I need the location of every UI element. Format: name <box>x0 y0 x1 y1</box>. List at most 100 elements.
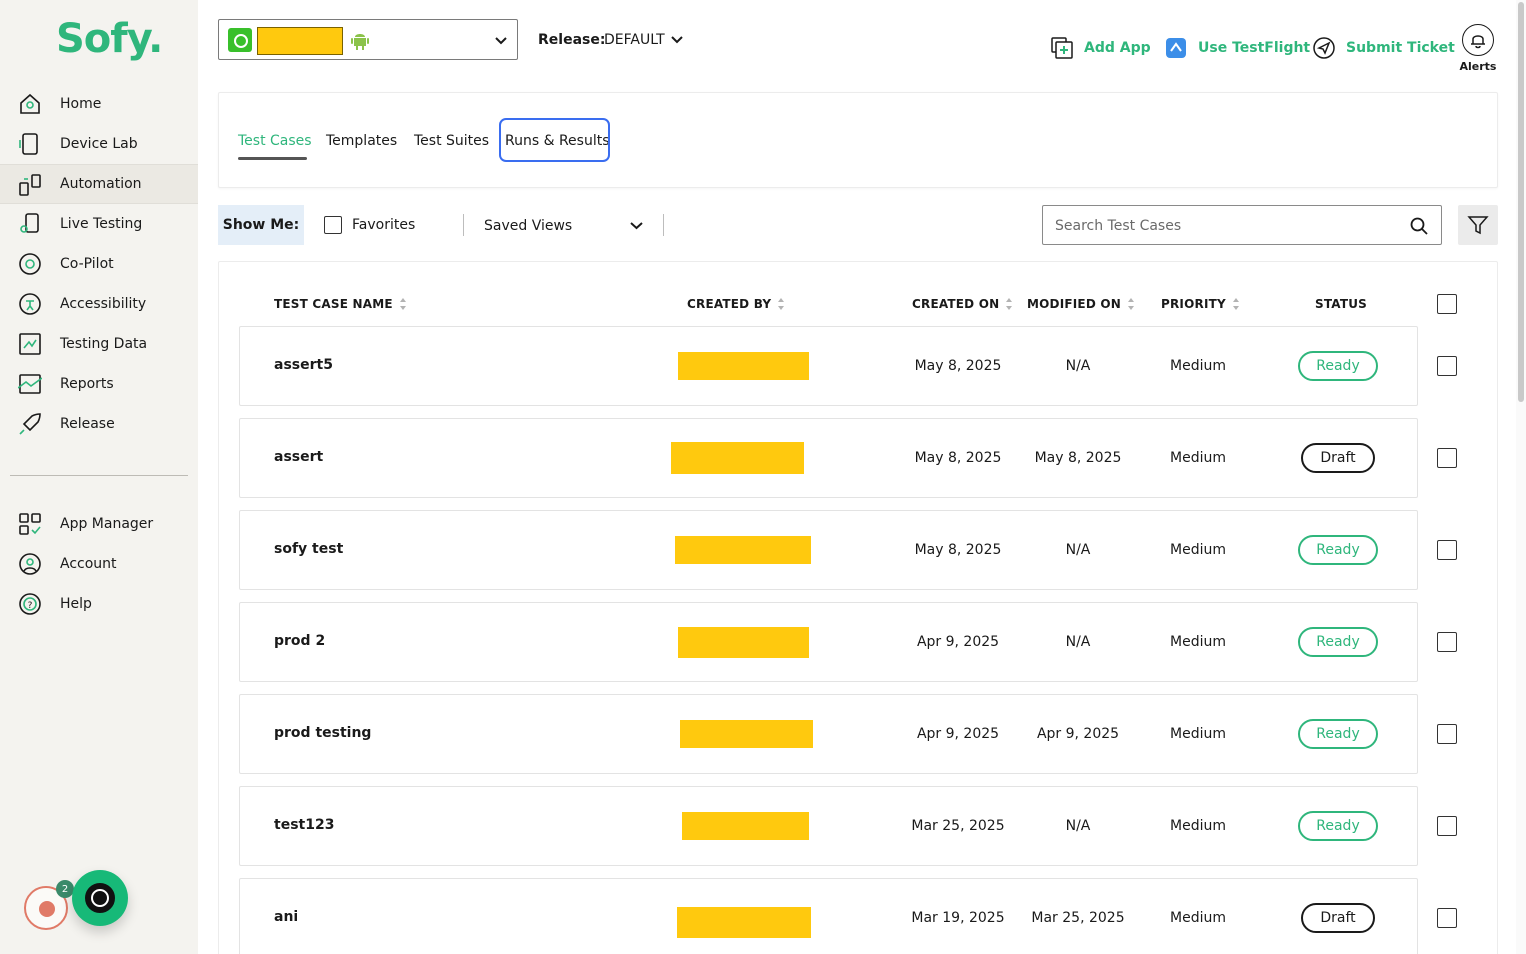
search-icon[interactable] <box>1409 216 1429 236</box>
created-by-redacted <box>671 442 804 474</box>
row-checkbox[interactable] <box>1437 356 1457 376</box>
table-row[interactable]: assert5 May 8, 2025 N/A Medium Ready <box>239 326 1418 406</box>
sidebar-item-label: App Manager <box>60 516 154 532</box>
submit-ticket-button[interactable]: Submit Ticket <box>1312 36 1455 60</box>
created-by-redacted <box>675 536 811 564</box>
status-badge[interactable]: Ready <box>1298 719 1378 749</box>
tab-test-suites[interactable]: Test Suites <box>414 133 489 149</box>
testflight-icon <box>1166 38 1186 58</box>
test-case-name[interactable]: test123 <box>274 817 334 833</box>
filter-button[interactable] <box>1458 205 1498 245</box>
show-me-label: Show Me: <box>218 205 304 245</box>
sidebar-item-reports[interactable]: Reports <box>0 364 198 404</box>
test-case-name[interactable]: assert5 <box>274 357 333 373</box>
sidebar-item-automation[interactable]: Automation <box>0 164 198 204</box>
test-case-name[interactable]: prod testing <box>274 725 371 741</box>
modified-on-cell: May 8, 2025 <box>1034 450 1122 466</box>
row-checkbox[interactable] <box>1437 448 1457 468</box>
column-header-label: MODIFIED ON <box>1027 297 1122 311</box>
status-badge[interactable]: Ready <box>1298 627 1378 657</box>
column-header-status: STATUS <box>1315 297 1367 311</box>
test-case-name[interactable]: assert <box>274 449 323 465</box>
priority-cell: Medium <box>1170 726 1226 742</box>
modified-on-cell: N/A <box>1065 634 1091 650</box>
sidebar-item-device-lab[interactable]: Device Lab <box>0 124 198 164</box>
priority-cell: Medium <box>1170 634 1226 650</box>
scrollbar-thumb[interactable] <box>1518 2 1524 402</box>
test-case-name[interactable]: sofy test <box>274 541 343 557</box>
search-input[interactable] <box>1055 215 1395 237</box>
test-case-name[interactable]: prod 2 <box>274 633 325 649</box>
status-badge[interactable]: Draft <box>1301 443 1375 473</box>
tab-templates[interactable]: Templates <box>326 133 397 149</box>
column-header-label: CREATED BY <box>687 297 772 311</box>
column-header-priority[interactable]: PRIORITY <box>1161 297 1240 311</box>
created-by-redacted <box>678 352 809 380</box>
sidebar-item-home[interactable]: Home <box>0 84 198 124</box>
toolbar-divider <box>463 214 464 236</box>
column-header-name[interactable]: TEST CASE NAME <box>274 297 407 311</box>
rocket-icon <box>19 413 41 435</box>
android-icon <box>351 34 369 50</box>
table-row[interactable]: sofy test May 8, 2025 N/A Medium Ready <box>239 510 1418 590</box>
sidebar-item-label: Accessibility <box>60 296 147 312</box>
home-icon <box>20 93 40 114</box>
created-on-cell: Mar 19, 2025 <box>911 910 1005 926</box>
table-row[interactable]: assert May 8, 2025 May 8, 2025 Medium Dr… <box>239 418 1418 498</box>
sidebar-item-app-manager[interactable]: App Manager <box>0 504 198 544</box>
row-checkbox[interactable] <box>1437 540 1457 560</box>
priority-cell: Medium <box>1170 358 1226 374</box>
status-badge[interactable]: Ready <box>1298 811 1378 841</box>
sidebar-item-accessibility[interactable]: Accessibility <box>0 284 198 324</box>
alerts-button[interactable]: Alerts <box>1460 24 1496 74</box>
sidebar-item-release[interactable]: Release <box>0 404 198 444</box>
sidebar-item-help[interactable]: ? Help <box>0 584 198 624</box>
row-checkbox[interactable] <box>1437 724 1457 744</box>
modified-on-cell: Apr 9, 2025 <box>1036 726 1120 742</box>
select-all-checkbox[interactable] <box>1437 294 1457 314</box>
chat-launcher-button[interactable] <box>72 870 128 926</box>
table-row[interactable]: prod testing Apr 9, 2025 Apr 9, 2025 Med… <box>239 694 1418 774</box>
app-icon <box>228 28 252 52</box>
sidebar-item-co-pilot[interactable]: Co-Pilot <box>0 244 198 284</box>
column-header-created-on[interactable]: CREATED ON <box>912 297 1013 311</box>
accessibility-icon <box>19 293 41 315</box>
chevron-down-icon[interactable] <box>670 33 684 47</box>
saved-views-dropdown[interactable]: Saved Views <box>484 218 572 234</box>
row-checkbox[interactable] <box>1437 816 1457 836</box>
sidebar-item-live-testing[interactable]: Live Testing <box>0 204 198 244</box>
row-checkbox[interactable] <box>1437 632 1457 652</box>
sidebar-item-label: Device Lab <box>60 136 138 152</box>
created-on-cell: May 8, 2025 <box>914 542 1002 558</box>
test-case-name[interactable]: ani <box>274 909 298 925</box>
sidebar-item-label: Home <box>60 96 102 112</box>
created-on-cell: May 8, 2025 <box>914 358 1002 374</box>
sidebar-item-testing-data[interactable]: Testing Data <box>0 324 198 364</box>
chevron-down-icon[interactable] <box>629 218 644 233</box>
alerts-label: Alerts <box>1459 60 1497 73</box>
use-testflight-button[interactable]: Use TestFlight <box>1164 36 1310 60</box>
table-row[interactable]: prod 2 Apr 9, 2025 N/A Medium Ready <box>239 602 1418 682</box>
tab-test-cases[interactable]: Test Cases <box>238 133 312 149</box>
favorites-label[interactable]: Favorites <box>352 217 415 233</box>
status-badge[interactable]: Ready <box>1298 535 1378 565</box>
add-app-button[interactable]: Add App <box>1050 36 1151 60</box>
page-scrollbar[interactable] <box>1516 0 1526 954</box>
row-checkbox[interactable] <box>1437 908 1457 928</box>
app-selector[interactable] <box>218 19 518 60</box>
table-row[interactable]: ani Mar 19, 2025 Mar 25, 2025 Medium Dra… <box>239 878 1418 954</box>
search-box <box>1042 205 1442 245</box>
status-badge[interactable]: Ready <box>1298 351 1378 381</box>
status-badge[interactable]: Draft <box>1301 903 1375 933</box>
sidebar-item-label: Reports <box>60 376 114 392</box>
sidebar-item-account[interactable]: Account <box>0 544 198 584</box>
svg-text:?: ? <box>28 601 33 611</box>
column-header-created-by[interactable]: CREATED BY <box>687 297 785 311</box>
modified-on-cell: N/A <box>1065 542 1091 558</box>
table-row[interactable]: test123 Mar 25, 2025 N/A Medium Ready <box>239 786 1418 866</box>
favorites-checkbox[interactable] <box>324 216 342 234</box>
automation-icon <box>19 174 41 196</box>
sofy-logo[interactable]: Sofy. <box>56 16 163 62</box>
column-header-modified-on[interactable]: MODIFIED ON <box>1027 297 1135 311</box>
release-dropdown[interactable]: DEFAULT <box>604 32 665 48</box>
